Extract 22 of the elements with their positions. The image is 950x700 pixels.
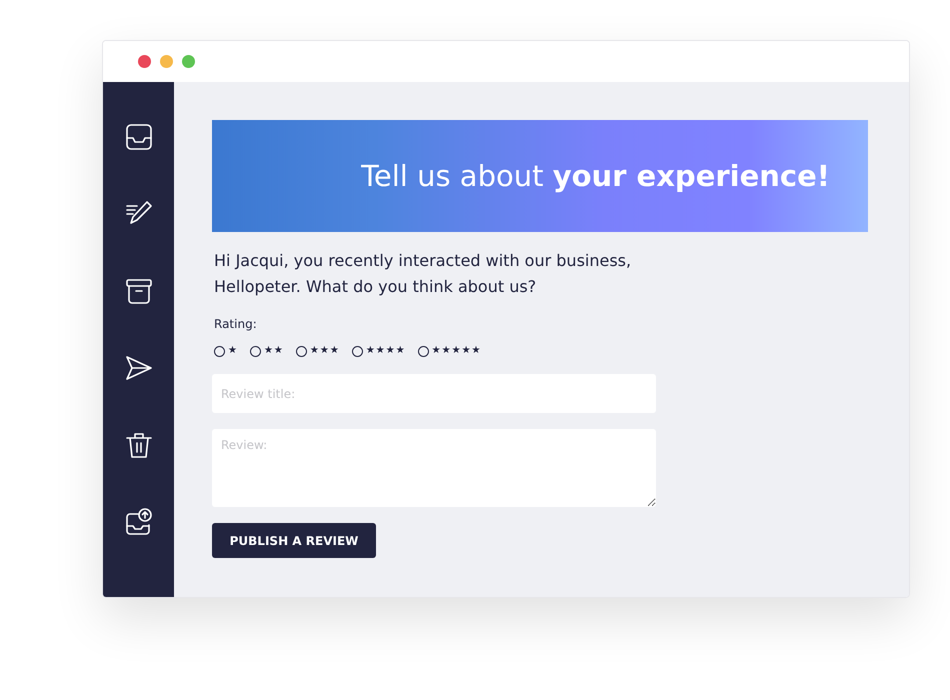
rating-option-label[interactable]: ★★★★: [366, 345, 406, 357]
inbox-upload-icon[interactable]: [124, 508, 152, 536]
banner-title: Tell us about your experience!: [361, 159, 830, 193]
trash-icon[interactable]: [124, 431, 152, 459]
radio-button[interactable]: [214, 346, 225, 356]
rating-option-label[interactable]: ★★★★★: [432, 345, 482, 357]
review-field[interactable]: Review:: [212, 429, 656, 507]
window-control[interactable]: [138, 55, 151, 68]
rating-option-label[interactable]: ★: [228, 345, 238, 357]
radio-button[interactable]: [296, 346, 307, 356]
radio-button[interactable]: [250, 346, 261, 356]
radio-button[interactable]: [352, 346, 363, 356]
intro-text: Hi Jacqui, you recently interacted with our business, Hellopeter. What do you think about us?: [214, 250, 632, 298]
rating-label: Rating:: [214, 317, 257, 331]
rating-option-label[interactable]: ★★: [264, 345, 284, 357]
send-icon[interactable]: [124, 354, 152, 382]
inbox-icon[interactable]: [124, 123, 152, 151]
review-title-field[interactable]: Review title:: [212, 374, 656, 413]
archive-box-icon[interactable]: [124, 277, 152, 305]
publish-button[interactable]: PUBLISH A REVIEW: [212, 523, 376, 558]
rating-option-label[interactable]: ★★★: [310, 345, 340, 357]
radio-button[interactable]: [418, 346, 429, 356]
